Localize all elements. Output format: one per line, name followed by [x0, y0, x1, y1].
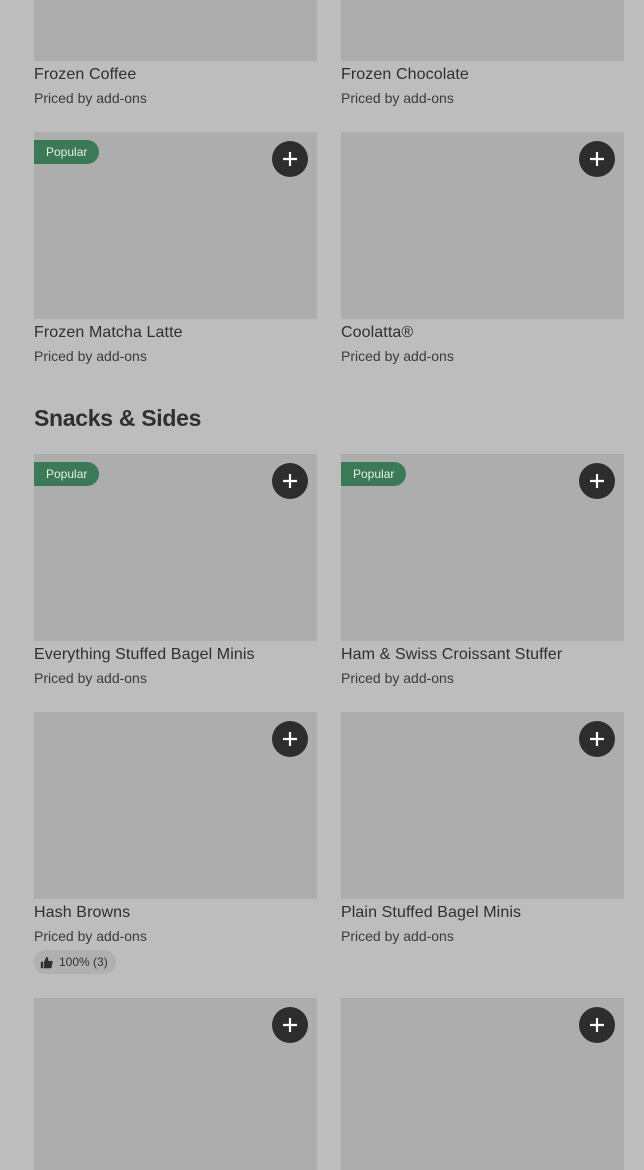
item-image[interactable] — [341, 132, 624, 319]
menu-page: Frozen Coffee Priced by add-ons Frozen C… — [0, 0, 644, 1170]
item-name: Everything Stuffed Bagel Minis — [34, 646, 255, 663]
section-heading: Snacks & Sides — [34, 405, 202, 431]
item-name: Ham & Swiss Croissant Stuffer — [341, 646, 563, 663]
item-name: Plain Stuffed Bagel Minis — [341, 904, 522, 921]
menu-item-card[interactable]: Plain Stuffed Bagel Minis Priced by add-… — [341, 712, 624, 944]
plus-icon — [590, 1018, 604, 1032]
menu-item-card[interactable]: Hash Browns Priced by add-ons 100% (3) — [34, 712, 317, 974]
popular-badge: Popular — [341, 462, 407, 486]
rating-text: 100% (3) — [59, 955, 108, 969]
add-to-cart-button[interactable] — [579, 721, 615, 757]
menu-item-card[interactable]: Frozen Chocolate Priced by add-ons — [341, 0, 624, 106]
menu-item-card[interactable]: Popular Frozen Matcha Latte Priced by ad… — [34, 132, 317, 364]
add-to-cart-button[interactable] — [579, 463, 615, 499]
item-name: Frozen Chocolate — [341, 66, 469, 83]
plus-icon — [283, 474, 297, 488]
plus-icon — [283, 1018, 297, 1032]
plus-icon — [590, 474, 604, 488]
item-price: Priced by add-ons — [341, 670, 454, 686]
rating-chip: 100% (3) — [34, 950, 116, 974]
plus-icon — [590, 732, 604, 746]
popular-badge: Popular — [34, 140, 100, 164]
item-image[interactable]: Popular — [341, 454, 624, 641]
add-to-cart-button[interactable] — [272, 141, 308, 177]
plus-icon — [590, 152, 604, 166]
menu-item-card[interactable] — [34, 998, 317, 1170]
menu-item-card[interactable]: Popular Everything Stuffed Bagel Minis P… — [34, 454, 317, 686]
item-image[interactable]: Popular — [34, 454, 317, 641]
thumbs-up-icon — [40, 956, 53, 968]
item-image[interactable] — [34, 998, 317, 1170]
item-price: Priced by add-ons — [34, 348, 147, 364]
item-price: Priced by add-ons — [341, 928, 454, 944]
menu-item-card[interactable] — [341, 998, 624, 1170]
item-price: Priced by add-ons — [341, 348, 454, 364]
item-price: Priced by add-ons — [34, 670, 147, 686]
item-image[interactable] — [34, 712, 317, 899]
popular-badge: Popular — [34, 462, 100, 486]
item-price: Priced by add-ons — [34, 90, 147, 106]
item-name: Frozen Matcha Latte — [34, 324, 183, 341]
menu-item-card[interactable]: Coolatta® Priced by add-ons — [341, 132, 624, 364]
item-image[interactable]: Popular — [34, 132, 317, 319]
menu-item-card[interactable]: Frozen Coffee Priced by add-ons — [34, 0, 317, 106]
item-price: Priced by add-ons — [341, 90, 454, 106]
item-price: Priced by add-ons — [34, 928, 147, 944]
plus-icon — [283, 152, 297, 166]
add-to-cart-button[interactable] — [579, 1007, 615, 1043]
item-image[interactable] — [34, 0, 317, 61]
plus-icon — [283, 732, 297, 746]
item-image[interactable] — [341, 0, 624, 61]
item-name: Coolatta® — [341, 324, 414, 341]
menu-item-card[interactable]: Popular Ham & Swiss Croissant Stuffer Pr… — [341, 454, 624, 686]
item-name: Hash Browns — [34, 904, 131, 921]
item-name: Frozen Coffee — [34, 66, 137, 83]
item-image[interactable] — [341, 998, 624, 1170]
add-to-cart-button[interactable] — [272, 721, 308, 757]
add-to-cart-button[interactable] — [272, 463, 308, 499]
add-to-cart-button[interactable] — [579, 141, 615, 177]
item-image[interactable] — [341, 712, 624, 899]
add-to-cart-button[interactable] — [272, 1007, 308, 1043]
